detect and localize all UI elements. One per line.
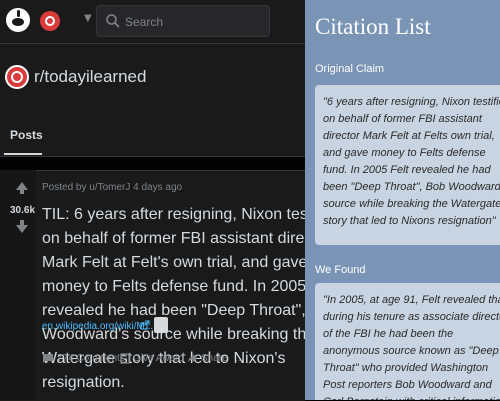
search-input[interactable]	[123, 12, 267, 32]
original-claim-label: Original Claim	[315, 63, 385, 75]
share-icon	[188, 354, 197, 363]
external-link-icon[interactable]	[140, 320, 150, 330]
subreddit-name[interactable]: r/todayilearned	[34, 67, 146, 87]
more-options-button[interactable]: ...	[235, 353, 243, 364]
we-found-label: We Found	[315, 264, 366, 276]
found-evidence-text: "In 2005, at age 91, Felt revealed that …	[323, 294, 500, 400]
share-label: Share	[201, 353, 228, 364]
search-icon	[106, 14, 120, 28]
comments-button[interactable]: 774 Comments	[42, 353, 125, 364]
reddit-logo-icon[interactable]	[6, 8, 30, 32]
post-meta[interactable]: Posted by u/TomerJ 4 days ago	[42, 182, 182, 193]
comment-icon	[43, 354, 53, 363]
award-label: Give Award	[133, 353, 184, 365]
vote-score: 30.6k	[10, 205, 36, 216]
subreddit-icon	[5, 65, 29, 89]
original-claim-text: "6 years after resigning, Nixon testifie…	[323, 96, 500, 227]
give-award-button[interactable]: Give Award	[120, 353, 184, 364]
downvote-arrow-icon[interactable]	[16, 220, 28, 233]
panel-title: Citation List	[315, 14, 431, 39]
active-tab-indicator	[4, 153, 42, 155]
post-title[interactable]: TIL: 6 years after resigning, Nixon test…	[42, 203, 342, 395]
share-button[interactable]: Share	[187, 353, 228, 364]
found-evidence-box: "In 2005, at age 91, Felt revealed that …	[315, 283, 500, 400]
comments-label: 774 Comments	[57, 353, 125, 365]
citation-panel: Citation List Original Claim "6 years af…	[305, 0, 500, 400]
chevron-down-icon[interactable]: ▼	[84, 13, 92, 24]
upvote-arrow-icon[interactable]	[16, 182, 28, 194]
original-claim-box: "6 years after resigning, Nixon testifie…	[315, 85, 500, 245]
search-bar[interactable]	[96, 5, 270, 37]
tab-bar	[0, 116, 305, 157]
award-icon	[120, 353, 130, 364]
post-link[interactable]: en.wikipedia.org/wiki/M...	[42, 321, 153, 332]
link-thumbnail[interactable]	[154, 317, 168, 333]
subreddit-switcher-icon[interactable]	[40, 11, 60, 31]
tab-posts[interactable]: Posts	[10, 128, 43, 142]
